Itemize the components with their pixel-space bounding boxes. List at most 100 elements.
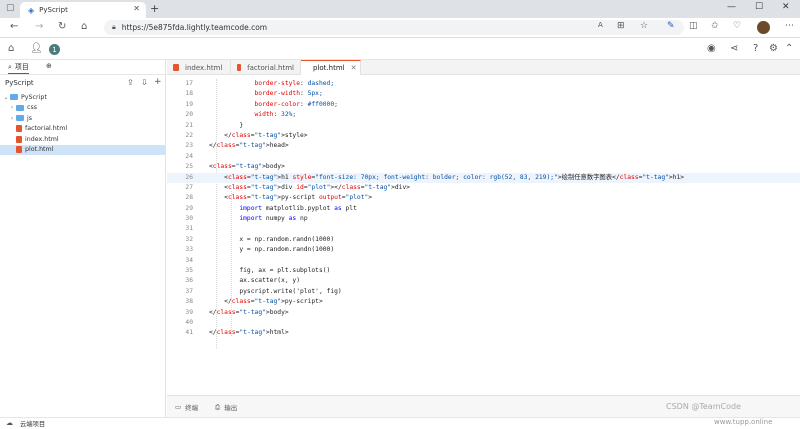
tree-item-root[interactable]: ⌄ PyScript [0, 92, 165, 103]
chevron-right-icon: › [10, 104, 14, 112]
line-text: y = np.random.randn(1000) [209, 246, 335, 254]
back-arrow-icon[interactable]: ← [10, 21, 18, 32]
line-number: 18 [185, 90, 193, 98]
html-file-icon [173, 64, 179, 71]
line-text: pyscript.write('plot', fig) [209, 287, 342, 295]
code-line[interactable]: 40 [167, 318, 800, 328]
tab-actions-icon[interactable]: ▢ [6, 3, 15, 13]
line-number: 27 [185, 183, 193, 191]
editor-tab-index[interactable]: index.html [167, 60, 231, 75]
site-watermark: www.tupp.online [714, 418, 773, 426]
tree-item-css[interactable]: › css [0, 103, 165, 114]
html-file-icon [237, 64, 242, 71]
tree-item-index[interactable]: index.html [0, 134, 165, 145]
code-line[interactable]: 21 } [167, 121, 800, 131]
add-file-icon[interactable]: + [154, 77, 162, 87]
notification-badge[interactable]: 1 [49, 44, 60, 55]
address-bar[interactable]: 🔒︎ https://5e875fda.lightly.teamcode.com [104, 20, 684, 35]
code-line[interactable]: 20 width: 32%; [167, 110, 800, 120]
code-line[interactable]: 27 <class="t-tag">div id="plot"></class=… [167, 183, 800, 193]
code-line[interactable]: 39 </class="t-tag">body> [167, 308, 800, 318]
code-line[interactable]: 31 [167, 224, 800, 234]
line-number: 41 [185, 329, 193, 337]
add-user-icon[interactable]: 👤︎ [30, 43, 43, 54]
share-icon[interactable]: ⋖ [730, 43, 738, 54]
home-icon[interactable]: ⌂ [8, 43, 14, 54]
folder-icon [16, 104, 24, 111]
editor-tab-plot[interactable]: plot.html ✕ [301, 60, 361, 75]
tree-item-label: factorial.html [25, 125, 68, 133]
help-icon[interactable]: ? [753, 43, 758, 54]
code-line[interactable]: 25 <class="t-tag">body> [167, 162, 800, 172]
editor-tab-factorial[interactable]: factorial.html [231, 60, 301, 75]
line-number: 20 [185, 111, 193, 119]
code-line[interactable]: 41 </class="t-tag">html> [167, 328, 800, 338]
output-label: 输出 [224, 404, 238, 412]
tree-item-label: PyScript [21, 93, 47, 101]
minimize-button[interactable]: — [727, 2, 736, 12]
code-line[interactable]: 26 <class="t-tag">h1 style="font-size: 7… [167, 172, 800, 183]
read-aloud-icon[interactable]: A [598, 21, 603, 29]
close-tab-icon[interactable]: ✕ [133, 4, 140, 13]
app-available-icon[interactable]: ⊞ [617, 21, 625, 31]
code-line[interactable]: 28 <class="t-tag">py-script output="plot… [167, 193, 800, 203]
code-line[interactable]: 22 </class="t-tag">style> [167, 131, 800, 141]
line-number: 19 [185, 100, 193, 108]
browser-essentials-icon[interactable]: ♡ [733, 21, 741, 31]
home-icon[interactable]: ⌂ [81, 21, 87, 32]
line-number: 37 [185, 287, 193, 295]
terminal-label: 终端 [185, 404, 199, 412]
line-number: 39 [185, 308, 193, 316]
download-icon[interactable]: ⇩ [141, 78, 148, 87]
browser-tab[interactable]: ◈ PyScript ✕ [20, 2, 146, 18]
code-area[interactable]: 17 border-style: dashed; 18 border-width:… [167, 79, 800, 339]
code-line[interactable]: 30 import numpy as np [167, 214, 800, 224]
maximize-button[interactable]: ☐ [755, 2, 763, 12]
line-number: 28 [185, 194, 193, 202]
line-number: 24 [185, 152, 193, 160]
tab-web[interactable]: ⊕ [46, 62, 52, 70]
chevron-right-icon: › [10, 114, 14, 122]
editor-tab-label: index.html [185, 63, 223, 72]
tree-item-plot[interactable]: plot.html [0, 144, 165, 155]
code-line[interactable]: 32 x = np.random.randn(1000) [167, 235, 800, 245]
new-tab-button[interactable]: + [150, 2, 159, 15]
output-tab[interactable]: ⎙ 输出 [215, 402, 238, 413]
code-line[interactable]: 29 import matplotlib.pyplot as plt [167, 204, 800, 214]
favorite-star-icon[interactable]: ☆ [640, 21, 648, 31]
code-line[interactable]: 33 y = np.random.randn(1000) [167, 245, 800, 255]
close-window-button[interactable]: ✕ [782, 2, 790, 12]
code-line[interactable]: 23 </class="t-tag">head> [167, 141, 800, 151]
terminal-tab[interactable]: ▭ 终端 [175, 402, 198, 412]
refresh-icon[interactable]: ↻ [58, 21, 66, 32]
ide-toolbar: ⌂ 👤︎ ◉ ⋖ ? ⚙ ⌃ [0, 38, 800, 60]
html-file-icon [16, 135, 22, 143]
code-line[interactable]: 18 border-width: 5px; [167, 89, 800, 99]
code-line[interactable]: 24 [167, 152, 800, 162]
code-line[interactable]: 17 border-style: dashed; [167, 79, 800, 89]
settings-gear-icon[interactable]: ⚙ [769, 43, 778, 54]
code-line[interactable]: 38 </class="t-tag">py-script> [167, 297, 800, 307]
upload-icon[interactable]: ⇪ [127, 78, 134, 87]
more-menu-icon[interactable]: ⋯ [785, 21, 794, 31]
tree-item-factorial[interactable]: factorial.html [0, 124, 165, 135]
line-text: </class="t-tag">py-script> [209, 298, 323, 306]
close-tab-icon[interactable]: ✕ [351, 64, 357, 72]
code-line[interactable]: 35 fig, ax = plt.subplots() [167, 266, 800, 276]
collapse-icon[interactable]: ⌃ [785, 43, 793, 54]
code-line[interactable]: 19 border-color: #ff0000; [167, 100, 800, 110]
code-line[interactable]: 37 pyscript.write('plot', fig) [167, 287, 800, 297]
code-line[interactable]: 36 ax.scatter(x, y) [167, 276, 800, 286]
extension-pen-icon[interactable]: ✎ [667, 21, 675, 31]
code-line[interactable]: 34 [167, 256, 800, 266]
tree-item-js[interactable]: › js [0, 113, 165, 124]
profile-avatar[interactable] [757, 21, 770, 34]
preview-eye-icon[interactable]: ◉ [707, 43, 716, 54]
split-screen-icon[interactable]: ◫ [689, 21, 698, 31]
tab-project[interactable]: ⌕ 项目 [8, 62, 29, 74]
project-header: PyScript ⇪ ⇩ + [0, 75, 165, 91]
favorites-icon[interactable]: ✩ [711, 21, 719, 31]
forward-arrow-icon[interactable]: → [35, 21, 43, 32]
line-text [197, 152, 209, 162]
line-number: 33 [185, 246, 193, 254]
